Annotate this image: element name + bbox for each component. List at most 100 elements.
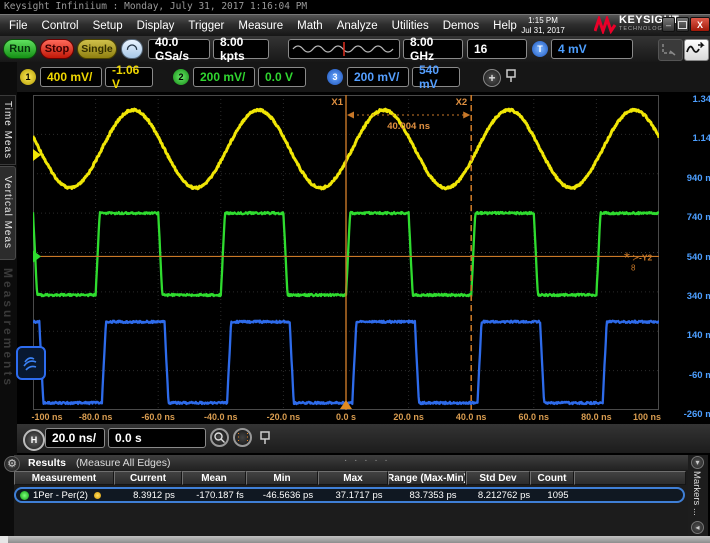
results-subtitle: (Measure All Edges) xyxy=(76,457,171,469)
trigger-level-field[interactable]: 4 mV xyxy=(551,39,633,59)
waveform-preview-icon xyxy=(289,40,399,58)
channel-1-offset-field[interactable]: -1.06 V xyxy=(105,67,153,87)
svg-text:-Y2: -Y2 xyxy=(639,252,653,262)
taskbar-strip xyxy=(0,536,710,543)
column-header-current[interactable]: Current xyxy=(114,471,182,485)
markers-tab-label[interactable]: Markers ... xyxy=(691,471,702,516)
volt-tick-label: 140 mV xyxy=(664,330,710,341)
menu-item-utilities[interactable]: Utilities xyxy=(385,15,436,37)
menu-item-setup[interactable]: Setup xyxy=(86,15,130,37)
measurement-value-cell: -46.5636 ps xyxy=(252,489,324,501)
column-header-range-max-min-[interactable]: Range (Max-Min) xyxy=(388,471,466,485)
column-header-max[interactable]: Max xyxy=(318,471,388,485)
time-tick-label: 40.0 ns xyxy=(456,412,487,422)
channel-2-badge[interactable]: 2 xyxy=(173,69,189,85)
time-tick-label: 100 ns xyxy=(633,412,661,422)
menu-item-measure[interactable]: Measure xyxy=(231,15,290,37)
time-tick-label: 80.0 ns xyxy=(581,412,612,422)
menu-item-control[interactable]: Control xyxy=(35,15,86,37)
measurement-value-cell: 8.212762 ps xyxy=(472,489,536,501)
channel-3-scale-field[interactable]: 200 mV/ xyxy=(347,67,409,87)
expand-icon[interactable]: ◂ xyxy=(691,521,704,534)
volt-tick-label: 940 mV xyxy=(664,173,710,184)
averages-field[interactable]: 16 xyxy=(467,39,527,59)
touch-icon[interactable]: ◠ xyxy=(121,39,143,59)
volt-tick-label: 340 mV xyxy=(664,291,710,302)
memory-depth-field[interactable]: 8.00 kpts xyxy=(213,39,269,59)
channel-controls: 1 400 mV/ -1.06 V 2 200 mV/ 0.0 V 3 200 … xyxy=(17,62,710,92)
svg-text:*: * xyxy=(624,249,630,266)
horizontal-controls: H 20.0 ns/ 0.0 s ⋮⋮ xyxy=(17,424,710,453)
channel-3-badge[interactable]: 3 xyxy=(327,69,343,85)
time-tick-label: 20.0 ns xyxy=(393,412,424,422)
menu-item-analyze[interactable]: Analyze xyxy=(330,15,385,37)
volt-tick-label: 540 mV xyxy=(664,252,710,263)
time-tick-label: -100 ns xyxy=(31,412,62,422)
channel-1-badge[interactable]: 1 xyxy=(20,69,36,85)
measurement-value-cell: 1095 xyxy=(536,489,580,501)
tab-vertical-meas[interactable]: Vertical Meas xyxy=(0,166,16,260)
measurement-drag-handle[interactable] xyxy=(16,346,46,380)
time-tick-label: -20.0 ns xyxy=(267,412,301,422)
acquisition-dots-icon[interactable]: ⋮⋮ xyxy=(233,428,252,447)
hand-icon xyxy=(21,352,41,374)
sample-rate-field[interactable]: 40.0 GSa/s xyxy=(148,39,210,59)
position-field[interactable]: 0.0 s xyxy=(108,428,206,448)
acquisition-toolbar: Run Stop Single ◠ 40.0 GSa/s 8.00 kpts 8… xyxy=(0,36,710,62)
pin-icon[interactable] xyxy=(258,429,272,452)
channel-2-offset-field[interactable]: 0.0 V xyxy=(258,67,306,87)
channel-1-scale-field[interactable]: 400 mV/ xyxy=(40,67,102,87)
minimize-button[interactable]: – xyxy=(662,17,675,32)
measurement-value-cell: 37.1717 ps xyxy=(324,489,394,501)
results-header: Results (Measure All Edges) · · · · · xyxy=(14,455,688,470)
menu-item-demos[interactable]: Demos xyxy=(436,15,486,37)
add-waveform-button[interactable]: + xyxy=(483,69,501,87)
waveform-preview[interactable] xyxy=(288,39,400,59)
menu-item-trigger[interactable]: Trigger xyxy=(181,15,231,37)
bandwidth-field[interactable]: 8.00 GHz xyxy=(403,39,463,59)
svg-text:X2: X2 xyxy=(456,97,468,108)
menu-item-file[interactable]: File xyxy=(2,15,35,37)
results-selected-row[interactable]: 1Per - Per(2)8.3912 ps-170.187 fs-46.563… xyxy=(14,487,685,503)
tab-time-meas[interactable]: Time Meas xyxy=(0,95,16,165)
measurement-value-cell: -170.187 fs xyxy=(188,489,252,501)
volt-tick-label: -260 mV xyxy=(664,409,710,420)
svg-text:8: 8 xyxy=(631,263,636,272)
channel-3-offset-field[interactable]: 540 mV xyxy=(412,67,460,87)
waveform-nav-icon[interactable] xyxy=(684,39,709,61)
column-header-mean[interactable]: Mean xyxy=(182,471,246,485)
zoom-icon[interactable] xyxy=(210,428,229,447)
clock-date: Jul 31, 2017 xyxy=(512,26,574,36)
oscilloscope-app: Keysight Infiniium : Monday, July 31, 20… xyxy=(0,0,710,543)
timebase-field[interactable]: 20.0 ns/ xyxy=(45,428,105,448)
stop-button[interactable]: Stop xyxy=(40,39,74,59)
volt-tick-label: 1.34 V xyxy=(664,94,710,105)
maximize-button[interactable] xyxy=(676,17,689,32)
channel-2-scale-field[interactable]: 200 mV/ xyxy=(193,67,255,87)
svg-text:X1: X1 xyxy=(331,97,343,108)
single-button[interactable]: Single xyxy=(77,39,117,59)
results-title: Results xyxy=(28,457,66,469)
column-header-measurement[interactable]: Measurement xyxy=(14,471,114,485)
trigger-badge[interactable]: T xyxy=(532,41,548,57)
horizontal-badge[interactable]: H xyxy=(23,429,45,451)
measurement-value-cell: 8.3912 ps xyxy=(120,489,188,501)
close-button[interactable]: X xyxy=(690,17,710,32)
menu-item-display[interactable]: Display xyxy=(130,15,182,37)
pin-icon[interactable] xyxy=(504,67,518,90)
scope-canvas[interactable]: X1X240.004 ns*≻-Y28 xyxy=(33,95,659,410)
column-header-min[interactable]: Min xyxy=(246,471,318,485)
results-settings-gear-icon[interactable]: ⚙ xyxy=(4,456,20,472)
region-select-icon[interactable] xyxy=(658,39,683,61)
status-ok-icon xyxy=(20,491,29,500)
waveform-display: X1X240.004 ns*≻-Y28 1.34 V1.14 V940 mV74… xyxy=(17,92,710,424)
time-tick-label: -80.0 ns xyxy=(79,412,113,422)
menu-item-math[interactable]: Math xyxy=(290,15,330,37)
drag-dots[interactable]: · · · · · xyxy=(344,455,390,466)
svg-text:40.004 ns: 40.004 ns xyxy=(387,121,430,132)
run-button[interactable]: Run xyxy=(3,39,37,59)
column-header-std-dev[interactable]: Std Dev xyxy=(466,471,530,485)
column-header-count[interactable]: Count xyxy=(530,471,574,485)
menu-items: FileControlSetupDisplayTriggerMeasureMat… xyxy=(2,15,524,37)
collapse-icon[interactable]: ▾ xyxy=(691,456,704,469)
